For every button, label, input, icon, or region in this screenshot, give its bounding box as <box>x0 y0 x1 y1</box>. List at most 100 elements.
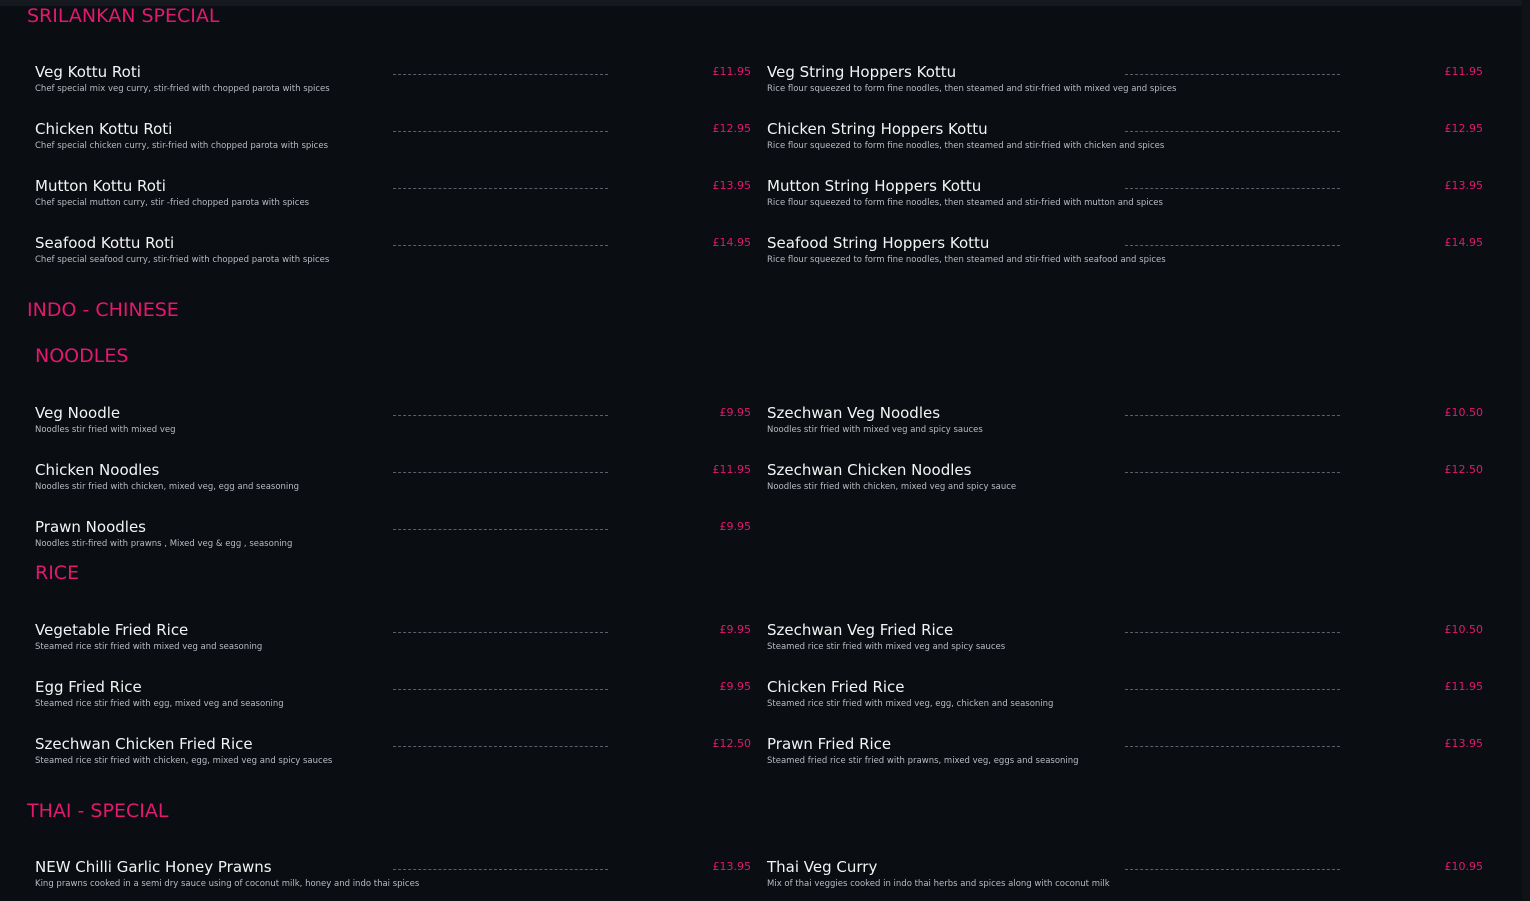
menu-item-name: Szechwan Chicken Noodles <box>767 461 972 479</box>
dotted-leader <box>1125 869 1340 870</box>
dotted-leader <box>393 472 608 473</box>
menu-item-price: £13.95 <box>712 179 752 192</box>
menu-item-name: Chicken Kottu Roti <box>35 120 173 138</box>
dotted-leader <box>393 746 608 747</box>
menu-item-description: Steamed rice stir fried with mixed veg, … <box>767 699 1054 709</box>
menu-item-description: King prawns cooked in a semi dry sauce u… <box>35 879 420 889</box>
dotted-leader <box>393 415 608 416</box>
menu-item-name: NEW Chilli Garlic Honey Prawns <box>35 858 272 876</box>
menu-item[interactable]: Thai Veg Curry £10.95 Mix of thai veggies … <box>767 857 1483 901</box>
menu-item[interactable]: Seafood String Hoppers Kottu £14.95 Rice f… <box>767 233 1483 283</box>
menu-item-name: Szechwan Chicken Fried Rice <box>35 735 253 753</box>
menu-item-description: Noodles stir fried with chicken, mixed v… <box>35 482 300 492</box>
dotted-leader <box>1125 131 1340 132</box>
menu-item-description: Noodles stir fried with mixed veg and sp… <box>767 425 983 435</box>
menu-item-name: Mutton String Hoppers Kottu <box>767 177 982 195</box>
menu-item[interactable]: Chicken String Hoppers Kottu £12.95 Rice f… <box>767 119 1483 169</box>
menu-item-price: £12.50 <box>712 737 752 750</box>
menu-item-description: Chef special seafood curry, stir-fried w… <box>35 255 330 265</box>
menu-item[interactable]: Mutton Kottu Roti £13.95 Chef special mutt… <box>35 176 751 226</box>
menu-item-name: Prawn Noodles <box>35 518 146 536</box>
menu-item-price: £12.95 <box>712 122 752 135</box>
menu-item-name: Thai Veg Curry <box>767 858 878 876</box>
menu-item[interactable]: Prawn Fried Rice £13.95 Steamed fried rice… <box>767 734 1483 784</box>
menu-item-name: Egg Fried Rice <box>35 678 142 696</box>
menu-item-description: Noodles stir fried with chicken, mixed v… <box>767 482 1017 492</box>
menu-item-name: Mutton Kottu Roti <box>35 177 166 195</box>
menu-item-price: £9.95 <box>719 623 752 636</box>
menu-item[interactable]: Szechwan Veg Noodles £10.50 Noodles stir f… <box>767 403 1483 453</box>
menu-item-description: Noodles stir fried with mixed veg <box>35 425 176 435</box>
page-scrollbar[interactable] <box>1522 0 1530 901</box>
menu-item-price: £13.95 <box>1444 179 1484 192</box>
menu-item[interactable]: Chicken Kottu Roti £12.95 Chef special chi… <box>35 119 751 169</box>
menu-item[interactable]: Veg String Hoppers Kottu £11.95 Rice flour… <box>767 62 1483 112</box>
menu-item-name: Veg String Hoppers Kottu <box>767 63 957 81</box>
dotted-leader <box>393 869 608 870</box>
menu-item-description: Steamed rice stir fried with mixed veg a… <box>35 642 263 652</box>
menu-item-name: Szechwan Veg Noodles <box>767 404 941 422</box>
menu-item-name: Chicken Fried Rice <box>767 678 905 696</box>
menu-item-price: £11.95 <box>1444 65 1484 78</box>
menu-item-description: Chef special chicken curry, stir-fried w… <box>35 141 329 151</box>
menu-item[interactable]: Szechwan Chicken Fried Rice £12.50 Steamed… <box>35 734 751 784</box>
menu-item-description: Steamed rice stir fried with mixed veg a… <box>767 642 1006 652</box>
menu-item-price: £13.95 <box>712 860 752 873</box>
menu-item-description: Steamed rice stir fried with egg, mixed … <box>35 699 284 709</box>
menu-item[interactable]: Egg Fried Rice £9.95 Steamed rice stir fri… <box>35 677 751 727</box>
menu-item-description: Steamed rice stir fried with chicken, eg… <box>35 756 333 766</box>
dotted-leader <box>1125 472 1340 473</box>
menu-item-name: Seafood Kottu Roti <box>35 234 175 252</box>
dotted-leader <box>1125 632 1340 633</box>
menu-item[interactable]: Szechwan Veg Fried Rice £10.50 Steamed ric… <box>767 620 1483 670</box>
menu-item-price: £14.95 <box>712 236 752 249</box>
menu-item[interactable]: Prawn Noodles £9.95 Noodles stir-fired wit… <box>35 517 751 567</box>
dotted-leader <box>393 529 608 530</box>
menu-item-price: £14.95 <box>1444 236 1484 249</box>
dotted-leader <box>1125 245 1340 246</box>
menu-item[interactable]: Vegetable Fried Rice £9.95 Steamed rice st… <box>35 620 751 670</box>
menu-item[interactable]: NEW Chilli Garlic Honey Prawns £13.95 King… <box>35 857 751 901</box>
menu-item-price: £12.95 <box>1444 122 1484 135</box>
menu-item-description: Rice flour squeezed to form fine noodles… <box>767 141 1165 151</box>
menu-item-description: Noodles stir-fired with prawns , Mixed v… <box>35 539 293 549</box>
dotted-leader <box>1125 188 1340 189</box>
menu-item-description: Chef special mix veg curry, stir-fried w… <box>35 84 330 94</box>
menu-item-price: £11.95 <box>712 65 752 78</box>
menu-item-name: Seafood String Hoppers Kottu <box>767 234 990 252</box>
dotted-leader <box>393 632 608 633</box>
menu-item-description: Chef special mutton curry, stir -fried c… <box>35 198 310 208</box>
menu-item-price: £9.95 <box>719 520 752 533</box>
dotted-leader <box>1125 746 1340 747</box>
dotted-leader <box>393 188 608 189</box>
menu-item-name: Veg Noodle <box>35 404 121 422</box>
dotted-leader <box>393 689 608 690</box>
menu-item-name: Veg Kottu Roti <box>35 63 141 81</box>
menu-item-name: Vegetable Fried Rice <box>35 621 189 639</box>
menu-item-price: £11.95 <box>712 463 752 476</box>
section-title: INDO - CHINESE <box>27 299 179 321</box>
dotted-leader <box>393 131 608 132</box>
menu-item-price: £12.50 <box>1444 463 1484 476</box>
subsection-title: NOODLES <box>35 345 129 367</box>
menu-item-description: Mix of thai veggies cooked in indo thai … <box>767 879 1110 889</box>
menu-item-price: £9.95 <box>719 406 752 419</box>
section-title: SRILANKAN SPECIAL <box>27 5 220 27</box>
menu-item[interactable]: Chicken Fried Rice £11.95 Steamed rice sti… <box>767 677 1483 727</box>
menu-item-price: £10.50 <box>1444 406 1484 419</box>
menu-item[interactable]: Veg Noodle £9.95 Noodles stir fried with m… <box>35 403 751 453</box>
menu-item-description: Steamed fried rice stir fried with prawn… <box>767 756 1079 766</box>
menu-item-name: Prawn Fried Rice <box>767 735 892 753</box>
menu-item[interactable]: Seafood Kottu Roti £14.95 Chef special sea… <box>35 233 751 283</box>
menu-item[interactable]: Chicken Noodles £11.95 Noodles stir fried … <box>35 460 751 510</box>
menu-item-name: Chicken Noodles <box>35 461 160 479</box>
menu-item-description: Rice flour squeezed to form fine noodles… <box>767 198 1163 208</box>
dotted-leader <box>1125 689 1340 690</box>
menu-item-price: £10.50 <box>1444 623 1484 636</box>
menu-item[interactable]: Szechwan Chicken Noodles £12.50 Noodles st… <box>767 460 1483 510</box>
menu-item[interactable]: Mutton String Hoppers Kottu £13.95 Rice fl… <box>767 176 1483 226</box>
dotted-leader <box>393 74 608 75</box>
dotted-leader <box>1125 74 1340 75</box>
menu-item-price: £13.95 <box>1444 737 1484 750</box>
menu-item[interactable]: Veg Kottu Roti £11.95 Chef special mix veg… <box>35 62 751 112</box>
